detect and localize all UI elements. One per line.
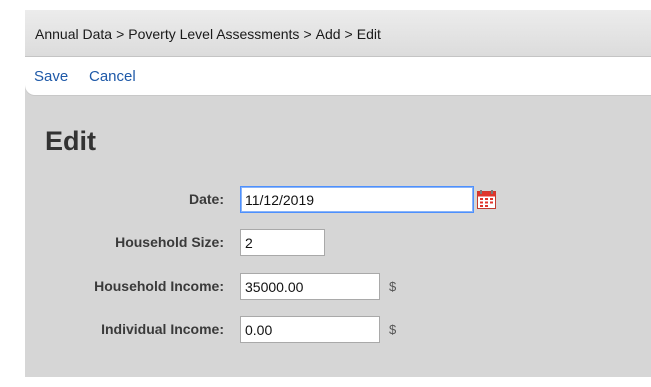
breadcrumb-item-edit: Edit	[356, 26, 381, 42]
household-size-label: Household Size:	[115, 234, 224, 250]
date-label: Date:	[188, 191, 224, 207]
breadcrumb-separator: >	[303, 26, 312, 42]
breadcrumb-bar: Annual Data > Poverty Level Assessments > Ad…	[25, 10, 651, 57]
household-income-input[interactable]	[240, 273, 380, 300]
action-bar: Save Cancel	[25, 57, 651, 95]
breadcrumb: Annual Data > Poverty Level Assessments > Ad…	[35, 26, 381, 42]
breadcrumb-separator: >	[344, 26, 353, 42]
calendar-icon[interactable]	[477, 190, 496, 209]
cancel-button[interactable]: Cancel	[89, 68, 136, 85]
household-income-label: Household Income:	[94, 278, 224, 294]
individual-income-unit: $	[389, 322, 397, 337]
individual-income-input[interactable]	[240, 316, 380, 343]
date-input[interactable]	[240, 186, 474, 213]
individual-income-label: Individual Income:	[101, 321, 224, 337]
save-button[interactable]: Save	[34, 68, 68, 85]
household-income-unit: $	[389, 279, 397, 294]
breadcrumb-separator: >	[116, 26, 125, 42]
breadcrumb-item-poverty-level-assessments[interactable]: Poverty Level Assessments	[128, 26, 299, 42]
household-size-input[interactable]	[240, 229, 325, 256]
breadcrumb-item-annual-data[interactable]: Annual Data	[35, 26, 112, 42]
page-title: Edit	[45, 126, 96, 156]
breadcrumb-item-add[interactable]: Add	[316, 26, 341, 42]
